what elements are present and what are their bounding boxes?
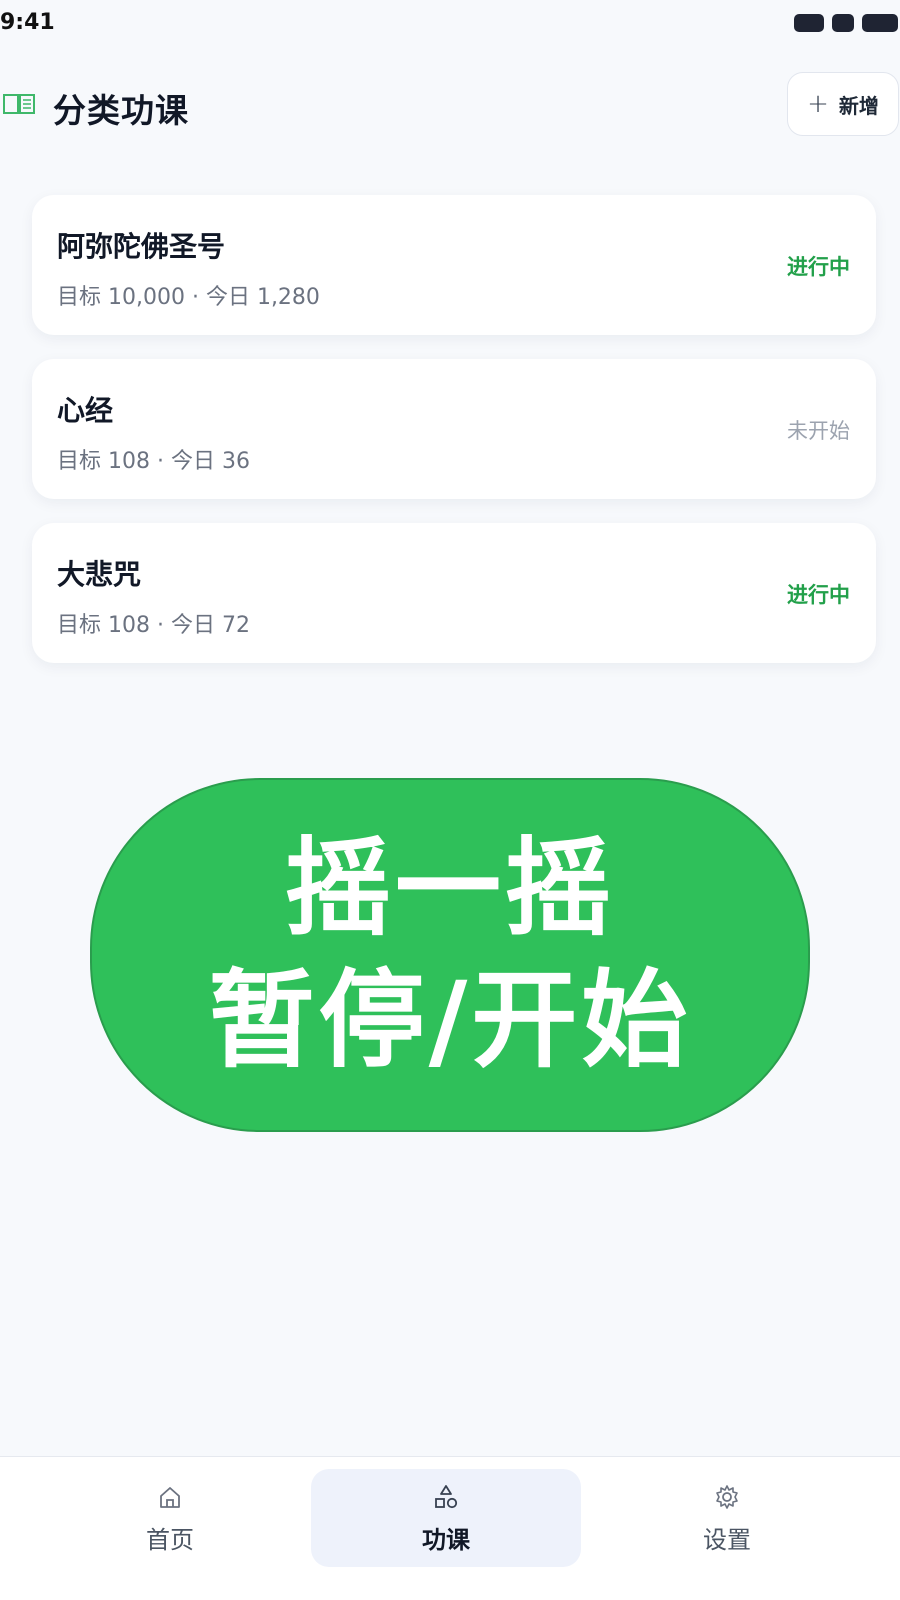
status-bar: 9:41	[0, 0, 900, 48]
lesson-card[interactable]: 阿弥陀佛圣号 目标 10,000 · 今日 1,280 进行中	[32, 195, 876, 335]
lesson-meta: 目标 108 · 今日 36	[57, 449, 250, 474]
tab-home-label: 首页	[146, 1525, 194, 1554]
tab-home[interactable]: 首页	[35, 1469, 305, 1567]
lesson-name: 阿弥陀佛圣号	[57, 230, 226, 263]
add-button-label: 新增	[838, 93, 879, 118]
battery-icon	[862, 14, 898, 32]
add-lesson-button[interactable]: + 新增	[787, 72, 899, 136]
lesson-name: 心经	[57, 394, 114, 427]
lesson-name: 大悲咒	[57, 558, 142, 591]
status-icons	[794, 14, 898, 32]
plus-icon: +	[807, 89, 829, 119]
shake-line-1: 摇一摇	[285, 827, 615, 950]
lesson-status: 进行中	[787, 255, 850, 279]
lesson-meta: 目标 108 · 今日 72	[57, 613, 250, 638]
shake-toggle-overlay[interactable]: 摇一摇 暂停/开始	[90, 778, 810, 1132]
app-screen: 9:41 分类功课 + 新增 阿弥陀佛圣号 目标 10,000 · 今日 1,2…	[0, 0, 900, 1600]
tab-settings[interactable]: 设置	[592, 1469, 862, 1567]
shapes-icon	[435, 1484, 458, 1508]
lesson-meta: 目标 10,000 · 今日 1,280	[57, 285, 320, 310]
tab-settings-label: 设置	[703, 1525, 751, 1554]
lesson-status: 未开始	[787, 419, 850, 443]
status-time: 9:41	[0, 10, 55, 35]
wifi-icon	[832, 14, 854, 32]
tab-lessons-label: 功课	[422, 1525, 470, 1554]
book-icon	[3, 94, 35, 114]
page-header: 分类功课 + 新增	[0, 70, 900, 140]
signal-icon	[794, 14, 824, 32]
page-title: 分类功课	[53, 91, 189, 130]
tab-lessons[interactable]: 功课	[311, 1469, 581, 1567]
gear-icon	[716, 1484, 738, 1509]
lesson-list: 阿弥陀佛圣号 目标 10,000 · 今日 1,280 进行中 心经 目标 10…	[32, 195, 876, 687]
home-icon	[160, 1486, 180, 1508]
lesson-card[interactable]: 大悲咒 目标 108 · 今日 72 进行中	[32, 523, 876, 663]
lesson-card[interactable]: 心经 目标 108 · 今日 36 未开始	[32, 359, 876, 499]
bottom-tab-bar: 首页 功课 设置	[0, 1456, 900, 1600]
shake-line-2: 暂停/开始	[208, 959, 692, 1082]
lesson-status: 进行中	[787, 583, 850, 607]
